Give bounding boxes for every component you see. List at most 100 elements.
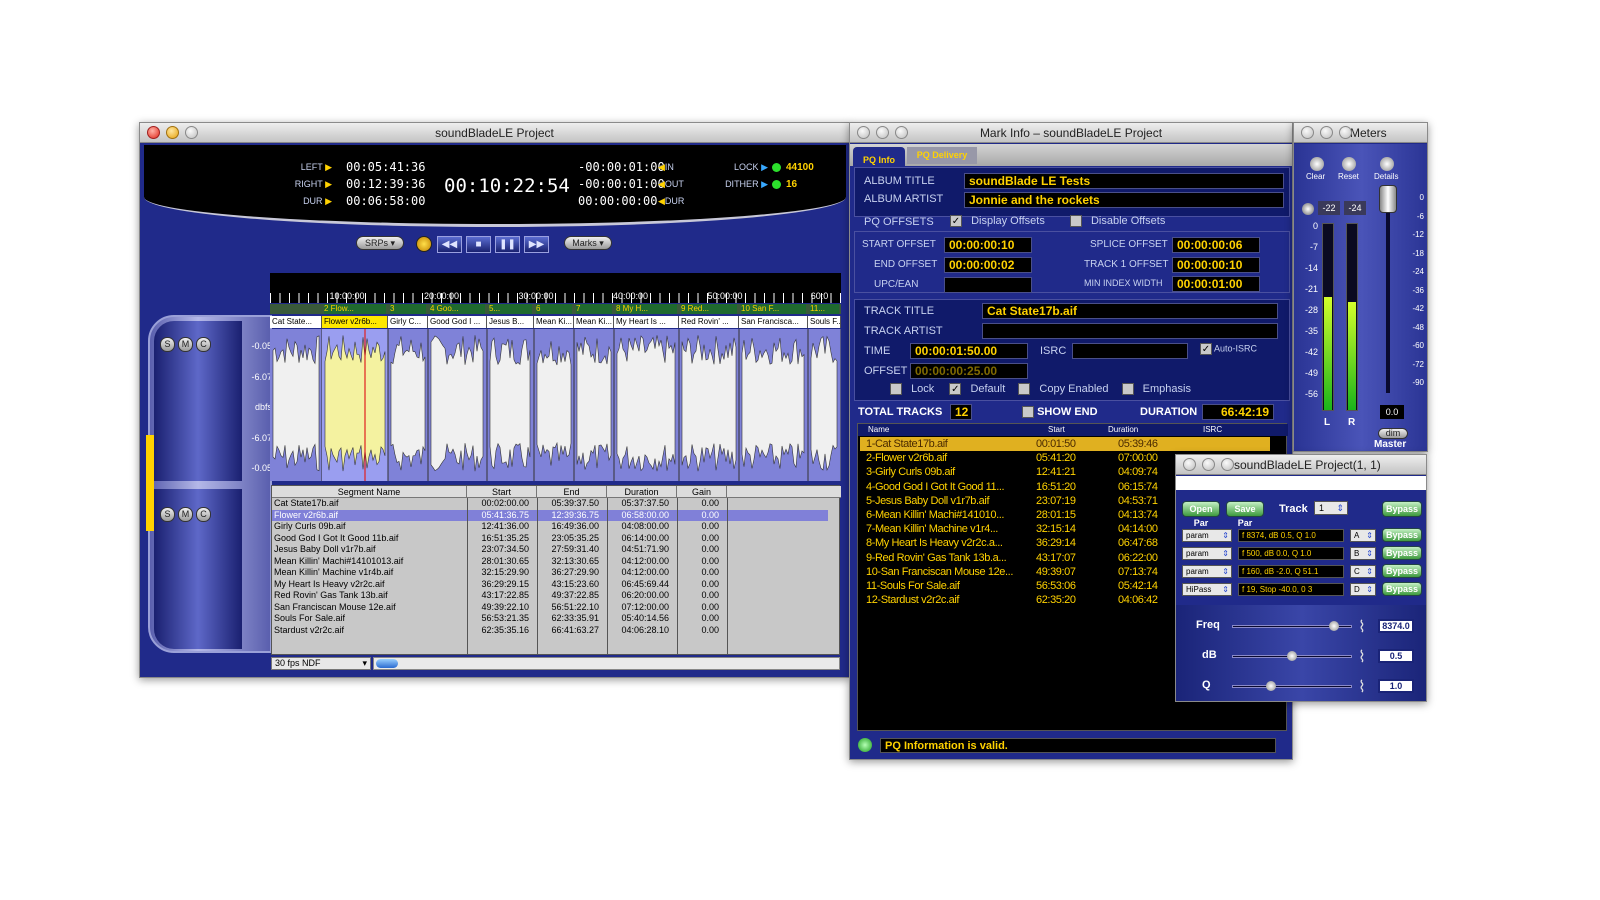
table-row[interactable]: Red Rovin' Gas Tank 13b.aif 43:17:22.85 49… xyxy=(272,590,828,602)
marker-label[interactable]: 3 xyxy=(390,304,426,314)
band-letter-select[interactable]: A ⇕ xyxy=(1350,529,1376,542)
track-row[interactable]: 1-Cat State17b.aif 00:01:50 05:39:46 xyxy=(860,437,1270,451)
marker-label[interactable]: 6 xyxy=(536,304,572,314)
waveform-clip[interactable] xyxy=(390,336,426,471)
table-row[interactable]: Good God I Got It Good 11b.aif 16:51:35.2… xyxy=(272,533,828,545)
details-knob[interactable] xyxy=(1380,157,1394,171)
waveform-area[interactable] xyxy=(270,329,841,481)
band-letter-select[interactable]: B ⇕ xyxy=(1350,547,1376,560)
peak-reset-icon[interactable] xyxy=(1302,203,1314,215)
eq-slider-value[interactable]: 8374.0 xyxy=(1378,619,1414,633)
band-bypass-button[interactable]: Bypass xyxy=(1382,582,1422,596)
table-row[interactable]: Flower v2r6b.aif 05:41:36.75 12:39:36.75 06… xyxy=(272,509,828,521)
track-col-header[interactable]: ISRC xyxy=(1203,424,1222,436)
master-fader-handle[interactable] xyxy=(1379,185,1397,213)
band-letter-select[interactable]: C ⇕ xyxy=(1350,565,1376,578)
pause-button[interactable]: ❚❚ xyxy=(495,236,520,253)
table-row[interactable]: Mean Killin' Machi#14101013.aif 28:01:30.… xyxy=(272,556,828,568)
isrc-field[interactable] xyxy=(1072,343,1188,359)
eq-titlebar[interactable]: soundBladeLE Project(1, 1) xyxy=(1176,455,1426,475)
table-row[interactable]: Cat State17b.aif 00:02:00.00 05:39:37.50 05… xyxy=(272,498,828,510)
band-letter-select[interactable]: D ⇕ xyxy=(1350,583,1376,596)
dim-button[interactable]: dim xyxy=(1378,428,1408,439)
waveform-clip[interactable] xyxy=(810,335,838,471)
meters-zoom-button[interactable] xyxy=(1339,126,1352,139)
segment-label[interactable]: Mean Ki... xyxy=(534,316,574,328)
marker-label[interactable]: 4 Goo... xyxy=(430,304,485,314)
segment-label[interactable]: Mean Ki... xyxy=(574,316,614,328)
waveform-clip[interactable] xyxy=(681,335,737,472)
table-row[interactable]: Jesus Baby Doll v1r7b.aif 23:07:34.50 27:5… xyxy=(272,544,828,556)
band-value-field[interactable]: f 500, dB 0.0, Q 1.0 xyxy=(1238,547,1344,560)
eq-slider-value[interactable]: 1.0 xyxy=(1378,679,1414,693)
segment-label[interactable]: Flower v2r6b... xyxy=(322,316,388,328)
eq-slider-clamp-icon[interactable]: ⌇ xyxy=(1358,617,1366,637)
track-title-field[interactable]: Cat State17b.aif xyxy=(982,303,1278,319)
table-row[interactable]: Stardust v2r2c.aif 62:35:35.16 66:41:63.27… xyxy=(272,625,828,637)
waveform-clip[interactable] xyxy=(324,335,386,472)
eq-zoom-button[interactable] xyxy=(1221,458,1234,471)
table-row[interactable]: Mean Killin' Machine v1r4b.aif 32:15:29.9… xyxy=(272,567,828,579)
bypass-all-button[interactable]: Bypass xyxy=(1382,501,1422,517)
srps-button[interactable]: SRPs ▾ xyxy=(356,236,404,250)
band-type-select[interactable]: param ⇕ xyxy=(1182,547,1232,560)
waveform-clip[interactable] xyxy=(741,337,805,469)
segment-label[interactable]: Souls F... xyxy=(808,316,841,328)
album-artist-field[interactable]: Jonnie and the rockets xyxy=(964,192,1284,208)
default-checkbox[interactable]: ✓ xyxy=(949,383,962,396)
clip-button-2[interactable]: C xyxy=(196,507,211,522)
band-type-select[interactable]: param ⇕ xyxy=(1182,565,1232,578)
fps-select[interactable]: 30 fps NDF ▾ xyxy=(271,657,371,670)
mute-button-2[interactable]: M xyxy=(178,507,193,522)
rewind-button[interactable]: ◀◀ xyxy=(437,236,462,253)
marker-label[interactable]: 7 xyxy=(576,304,612,314)
segment-col-header[interactable]: Duration xyxy=(607,486,677,498)
horizontal-scrollbar[interactable] xyxy=(373,657,840,670)
display-offsets-checkbox[interactable]: ✓ xyxy=(950,215,962,228)
segment-label[interactable]: Good God I ... xyxy=(428,316,487,328)
mute-button[interactable]: M xyxy=(178,337,193,352)
band-bypass-button[interactable]: Bypass xyxy=(1382,564,1422,578)
band-type-select[interactable]: HiPass ⇕ xyxy=(1182,583,1232,596)
segment-label[interactable]: My Heart Is ... xyxy=(614,316,679,328)
scroll-thumb[interactable] xyxy=(376,659,398,668)
end-offset-field[interactable]: 00:00:00:02 xyxy=(944,257,1032,273)
waveform-clip[interactable] xyxy=(576,337,612,470)
scrub-icon[interactable] xyxy=(416,236,432,252)
eq-slider-track[interactable] xyxy=(1232,621,1352,631)
marks-button[interactable]: Marks ▾ xyxy=(564,236,612,250)
band-type-select[interactable]: param ⇕ xyxy=(1182,529,1232,542)
segment-label[interactable]: San Francisca... xyxy=(739,316,808,328)
track-col-header[interactable]: Name xyxy=(868,424,889,436)
lock-checkbox[interactable] xyxy=(890,383,902,396)
meters-close-button[interactable] xyxy=(1301,126,1314,139)
disable-offsets-checkbox[interactable] xyxy=(1069,215,1082,228)
marker-label[interactable]: 9 Red... xyxy=(681,304,737,314)
eq-slider-clamp-icon[interactable]: ⌇ xyxy=(1358,647,1366,667)
band-value-field[interactable]: f 19, Stop -40.0, 0 3 xyxy=(1238,583,1344,596)
mark-minimize-button[interactable] xyxy=(876,126,889,139)
time-field[interactable]: 00:00:01:50.00 xyxy=(910,343,1028,359)
eq-close-button[interactable] xyxy=(1183,458,1196,471)
table-row[interactable]: Girly Curls 09b.aif 12:41:36.00 16:49:36.0… xyxy=(272,521,828,533)
table-row[interactable]: Souls For Sale.aif 56:53:21.35 62:33:35.91… xyxy=(272,613,828,625)
band-value-field[interactable]: f 160, dB -2.0, Q 51.1 xyxy=(1238,565,1344,578)
segment-label[interactable]: Jesus B... xyxy=(487,316,534,328)
track-col-header[interactable]: Start xyxy=(1048,424,1065,436)
segment-col-header[interactable]: Gain xyxy=(677,486,727,498)
save-par-button[interactable]: Save Par xyxy=(1226,501,1264,528)
reset-knob[interactable] xyxy=(1342,157,1356,171)
main-titlebar[interactable]: soundBladeLE Project xyxy=(140,123,849,143)
clip-button[interactable]: C xyxy=(196,337,211,352)
show-end-checkbox[interactable] xyxy=(1022,406,1034,419)
solo-button-2[interactable]: S xyxy=(160,507,175,522)
segment-col-header[interactable]: Start xyxy=(467,486,537,498)
offset-field[interactable]: 00:00:00:25.00 xyxy=(910,363,1028,379)
segment-label[interactable]: Cat State... xyxy=(270,316,322,328)
band-value-field[interactable]: f 8374, dB 0.5, Q 1.0 xyxy=(1238,529,1344,542)
waveform-clip[interactable] xyxy=(272,335,320,472)
track1-offset-field[interactable]: 00:00:00:10 xyxy=(1172,257,1260,273)
waveform-clip[interactable] xyxy=(489,337,531,470)
stop-button[interactable]: ■ xyxy=(466,236,491,253)
copy-enabled-checkbox[interactable] xyxy=(1018,383,1031,396)
